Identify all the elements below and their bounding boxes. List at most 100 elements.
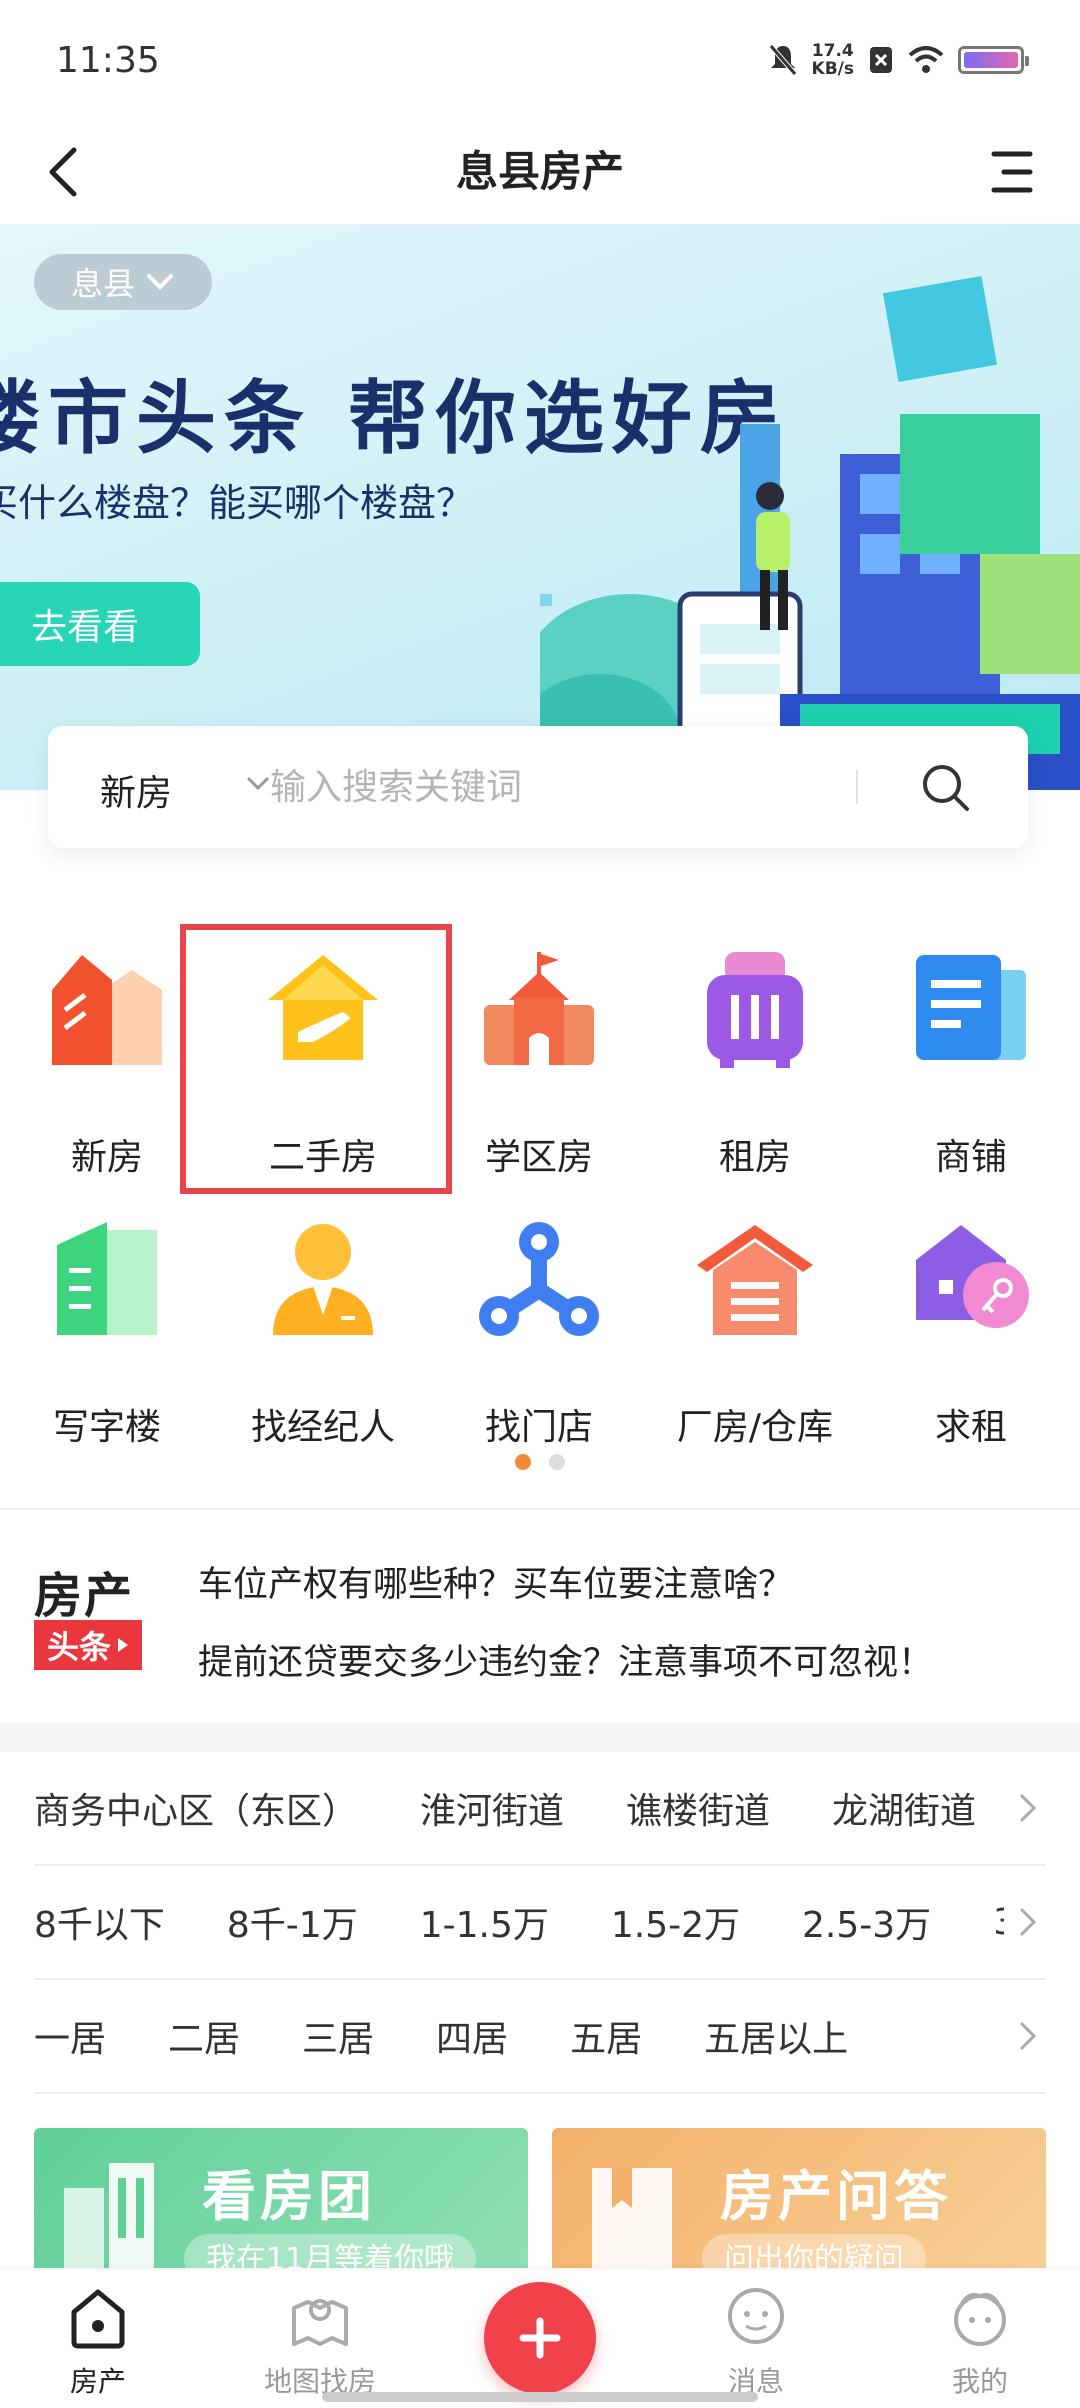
category-label: 写字楼 xyxy=(52,1407,161,1448)
menu-icon[interactable] xyxy=(984,142,1040,202)
plus-icon xyxy=(519,2317,561,2359)
price-filter-option[interactable]: 1.5-2万 xyxy=(611,1896,740,1948)
office-building-icon xyxy=(57,1222,157,1335)
agent-icon xyxy=(273,1224,373,1335)
category-store-finder[interactable]: 找门店 xyxy=(434,1190,644,1448)
home-indicator xyxy=(322,2392,758,2402)
status-icons: 17.4 KB/s xyxy=(768,40,1029,80)
divider xyxy=(0,1508,1080,1510)
wifi-icon xyxy=(908,46,944,73)
store-finder-icon xyxy=(479,1222,599,1336)
room-filter-option[interactable]: 五居 xyxy=(570,2010,642,2062)
card-title: 看房团 xyxy=(202,2165,376,2228)
price-filter-option[interactable]: 8千-1万 xyxy=(227,1896,358,1948)
category-new-house[interactable]: 新房 xyxy=(2,920,212,1178)
category-school-district[interactable]: 学区房 xyxy=(434,920,644,1178)
price-filter-list: 8千以下 8千-1万 1-1.5万 1.5-2万 2.5-3万 3 xyxy=(34,1866,1004,1978)
add-button[interactable] xyxy=(484,2282,596,2394)
play-icon xyxy=(118,1638,128,1652)
area-filter-option[interactable]: 谯楼街道 xyxy=(626,1782,770,1834)
card-subtitle: 我在11月等着你哦 xyxy=(184,2234,477,2268)
bookmark-icon xyxy=(592,2168,672,2268)
room-filter-list: 一居 二居 三居 四居 五居 五居以上 xyxy=(34,1980,1004,2092)
area-filter-list: 商务中心区（东区） 淮河街道 谯楼街道 龙湖街道 xyxy=(34,1752,1004,1864)
battery-icon xyxy=(958,46,1029,74)
chat-icon xyxy=(728,2288,784,2344)
chevron-right-icon[interactable] xyxy=(1010,2018,1046,2054)
room-filter-option[interactable]: 一居 xyxy=(34,2010,106,2062)
area-filter-option[interactable]: 龙湖街道 xyxy=(832,1782,976,1834)
page-dot xyxy=(549,1454,565,1470)
qa-card[interactable]: 房产问答 问出你的疑问 xyxy=(552,2128,1046,2268)
tab-profile[interactable]: 我的 xyxy=(890,2286,1070,2406)
category-shop[interactable]: 商铺 xyxy=(866,920,1076,1178)
banner-cta-button[interactable]: 去看看 xyxy=(0,582,200,666)
search-icon[interactable] xyxy=(916,758,976,818)
chevron-right-icon[interactable] xyxy=(1010,1790,1046,1826)
category-label: 新房 xyxy=(70,1137,143,1178)
rent-icon xyxy=(707,952,803,1068)
news-logo-badge: 头条 xyxy=(34,1620,142,1670)
chevron-down-icon[interactable] xyxy=(244,770,272,798)
news-logo-badge-text: 头条 xyxy=(46,1628,111,1666)
search-input[interactable] xyxy=(270,756,870,818)
promo-banner[interactable]: 息县 楼市头条 帮你选好房 买什么楼盘？能买哪个楼盘？ 去看看 xyxy=(0,224,1080,790)
news-item[interactable]: 提前还贷要交多少违约金？注意事项不可忽视！ xyxy=(198,1634,933,1685)
price-filter-option[interactable]: 1-1.5万 xyxy=(420,1896,549,1948)
price-filter-option[interactable]: 3 xyxy=(993,1902,1004,1943)
net-speed-unit: KB/s xyxy=(811,59,854,79)
category-rent[interactable]: 租房 xyxy=(650,920,860,1178)
tab-messages[interactable]: 消息 xyxy=(666,2286,846,2406)
category-agent[interactable]: 找经纪人 xyxy=(218,1190,428,1448)
chevron-right-icon[interactable] xyxy=(1010,1904,1046,1940)
room-filter-option[interactable]: 三居 xyxy=(302,2010,374,2062)
room-filter-option[interactable]: 五居以上 xyxy=(704,2010,848,2062)
area-filter-option[interactable]: 淮河街道 xyxy=(420,1782,564,1834)
page-indicator xyxy=(0,1454,1080,1470)
room-filter-option[interactable]: 四居 xyxy=(436,2010,508,2062)
school-district-icon xyxy=(484,952,594,1065)
tab-property[interactable]: 房产 xyxy=(8,2286,188,2406)
tab-map-search[interactable]: 地图找房 xyxy=(230,2286,410,2406)
area-filter-row: 商务中心区（东区） 淮河街道 谯楼街道 龙湖街道 xyxy=(34,1752,1046,1864)
room-filter-row: 一居 二居 三居 四居 五居 五居以上 xyxy=(34,1980,1046,2092)
category-office-building[interactable]: 写字楼 xyxy=(2,1190,212,1448)
category-warehouse[interactable]: 厂房/仓库 xyxy=(650,1190,860,1448)
building-icon xyxy=(64,2163,154,2268)
map-pin-icon xyxy=(292,2299,348,2346)
page-title: 息县房产 xyxy=(455,147,624,196)
card-subtitle: 问出你的疑问 xyxy=(702,2234,926,2268)
tab-label: 房产 xyxy=(69,2365,126,2398)
room-filter-option[interactable]: 二居 xyxy=(168,2010,240,2062)
category-grid: 新房 二手房 学区房 租房 商铺 写字楼 找经纪人 找门店 厂房/仓库 求租 xyxy=(0,900,1080,1448)
divider xyxy=(34,2092,1046,2094)
category-second-hand-house[interactable]: 二手房 xyxy=(218,920,428,1178)
seek-rent-icon xyxy=(916,1225,1029,1328)
status-time: 11:35 xyxy=(56,40,160,81)
card-title: 房产问答 xyxy=(720,2165,952,2228)
banner-subline: 买什么楼盘？能买哪个楼盘？ xyxy=(0,481,475,525)
news-item[interactable]: 车位产权有哪些种？买车位要注意啥？ xyxy=(198,1556,793,1607)
search-type-selector[interactable]: 新房 xyxy=(100,764,172,816)
category-label: 求租 xyxy=(934,1407,1007,1448)
price-filter-option[interactable]: 8千以下 xyxy=(34,1896,165,1948)
tab-label: 我的 xyxy=(951,2365,1008,2398)
category-label: 二手房 xyxy=(268,1137,377,1178)
shop-icon xyxy=(916,955,1026,1060)
news-logo: 房产 头条 xyxy=(34,1556,144,1672)
status-bar: 11:35 17.4 KB/s xyxy=(0,0,1080,120)
area-filter-option[interactable]: 商务中心区（东区） xyxy=(34,1782,358,1834)
price-filter-option[interactable]: 2.5-3万 xyxy=(802,1896,931,1948)
mute-icon xyxy=(768,44,797,76)
location-label: 息县 xyxy=(70,265,135,303)
house-tour-card[interactable]: 看房团 我在11月等着你哦 xyxy=(34,2128,528,2268)
warehouse-icon xyxy=(697,1225,813,1335)
category-seek-rent[interactable]: 求租 xyxy=(866,1190,1076,1448)
search-bar: 新房 xyxy=(48,726,1028,848)
profile-icon xyxy=(954,2293,1006,2346)
home-icon xyxy=(71,2289,125,2349)
category-label: 学区房 xyxy=(484,1137,593,1178)
category-label: 商铺 xyxy=(934,1137,1007,1178)
banner-illustration xyxy=(540,276,1080,790)
location-selector[interactable]: 息县 xyxy=(34,254,212,310)
